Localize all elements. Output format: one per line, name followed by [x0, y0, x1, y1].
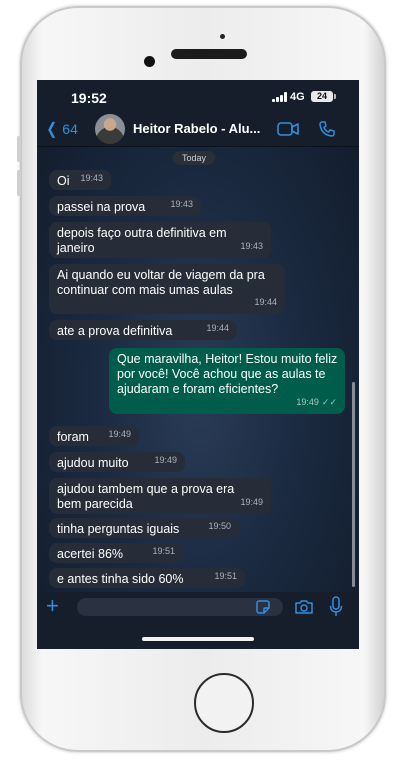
message-text: e antes tinha sido 60% — [57, 572, 184, 586]
message-time: 19:43 — [80, 173, 103, 183]
message-time: 19:43 — [170, 199, 193, 209]
contact-name[interactable]: Heitor Rabelo - Alu... — [133, 121, 260, 136]
message-time: 19:44 — [254, 297, 277, 307]
signal-icon — [272, 92, 288, 102]
message-time: 19:43 — [240, 241, 263, 251]
incoming-message[interactable]: Oi 19:43 — [49, 170, 111, 190]
message-text: Que maravilha, Heitor! Estou muito feliz… — [117, 352, 338, 396]
back-button[interactable]: ❮ 64 — [45, 119, 78, 139]
incoming-message[interactable]: depois faço outra definitiva em janeiro … — [49, 222, 271, 258]
message-text: ajudou tambem que a prova era bem pareci… — [57, 482, 235, 511]
sticker-icon[interactable] — [255, 599, 271, 615]
message-time: 19:49 ✓✓ — [296, 397, 337, 407]
status-bar: 19:52 4G 24 — [37, 80, 359, 112]
battery-icon: 24 — [311, 91, 333, 102]
message-time: 19:49 — [108, 429, 131, 439]
chevron-left-icon: ❮ — [46, 121, 58, 138]
incoming-message[interactable]: ate a prova definitiva 19:44 — [49, 320, 237, 340]
incoming-message[interactable]: tinha perguntas iguais 19:50 — [49, 518, 239, 538]
message-text: Ai quando eu voltar de viagem da pra con… — [57, 268, 265, 297]
message-text: ate a prova definitiva — [57, 324, 173, 338]
incoming-message[interactable]: foram 19:49 — [49, 426, 139, 446]
message-text: ajudou muito — [57, 456, 129, 470]
message-text: foram — [57, 430, 89, 444]
volume-button — [17, 136, 21, 162]
message-time: 19:49 — [154, 455, 177, 465]
message-time: 19:51 — [152, 546, 175, 556]
network-type: 4G — [290, 91, 305, 103]
camera-icon[interactable] — [294, 599, 314, 615]
outgoing-message[interactable]: Que maravilha, Heitor! Estou muito feliz… — [109, 348, 345, 414]
unread-count: 64 — [62, 121, 78, 137]
incoming-message[interactable]: e antes tinha sido 60% 19:51 — [49, 568, 245, 588]
message-text: passei na prova — [57, 200, 146, 214]
front-sensor — [220, 34, 225, 39]
message-input[interactable] — [77, 598, 283, 616]
double-check-icon: ✓✓ — [321, 397, 337, 407]
battery-tip — [334, 94, 336, 99]
home-indicator — [142, 637, 254, 641]
message-time: 19:44 — [206, 323, 229, 333]
message-time: 19:50 — [208, 521, 231, 531]
incoming-message[interactable]: acertei 86% 19:51 — [49, 543, 183, 563]
avatar[interactable] — [95, 114, 125, 144]
incoming-message[interactable]: Ai quando eu voltar de viagem da pra con… — [49, 264, 285, 314]
status-time: 19:52 — [71, 90, 107, 106]
chat-screen: 19:52 4G 24 ❮ 64 Heitor Rabelo - Alu... … — [37, 80, 359, 649]
home-button[interactable] — [194, 673, 254, 733]
message-composer: + — [37, 592, 359, 649]
earpiece-speaker — [171, 49, 247, 59]
front-camera — [144, 56, 155, 67]
scrollbar[interactable] — [352, 382, 355, 587]
incoming-message[interactable]: ajudou muito 19:49 — [49, 452, 185, 472]
message-time: 19:49 — [240, 497, 263, 507]
message-text: Oi — [57, 174, 70, 188]
volume-button — [17, 170, 21, 196]
phone-icon[interactable] — [318, 120, 336, 138]
video-call-icon[interactable] — [277, 121, 299, 137]
message-text: depois faço outra definitiva em janeiro — [57, 226, 227, 255]
message-time: 19:51 — [214, 571, 237, 581]
microphone-icon[interactable] — [329, 596, 343, 618]
plus-icon[interactable]: + — [46, 594, 59, 618]
incoming-message[interactable]: passei na prova 19:43 — [49, 196, 201, 216]
chat-header: ❮ 64 Heitor Rabelo - Alu... — [37, 112, 359, 147]
incoming-message[interactable]: ajudou tambem que a prova era bem pareci… — [49, 478, 271, 514]
date-divider: Today — [173, 151, 216, 165]
message-text: tinha perguntas iguais — [57, 522, 180, 536]
message-text: acertei 86% — [57, 547, 124, 561]
